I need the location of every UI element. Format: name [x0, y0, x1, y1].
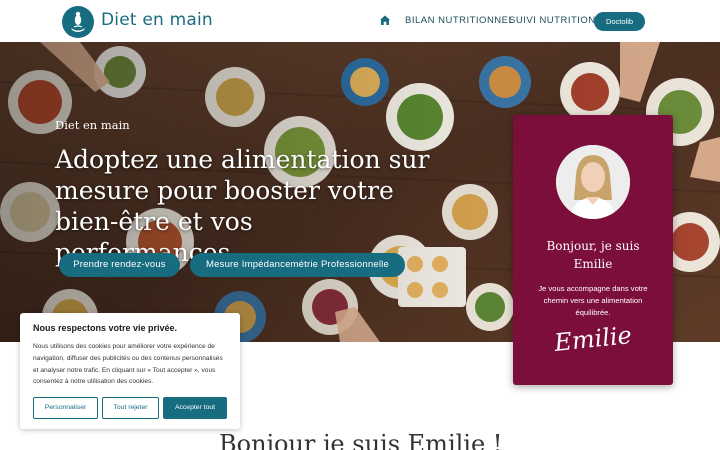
impedance-measure-button[interactable]: Mesure Impédancemétrie Professionnelle	[190, 253, 405, 277]
signature: Emilie	[552, 321, 634, 357]
cookie-reject-button[interactable]: Tout rejeter	[102, 397, 159, 419]
book-appointment-button[interactable]: Prendre rendez-vous	[59, 253, 180, 277]
cookie-customize-button[interactable]: Personnaliser	[33, 397, 98, 419]
home-icon[interactable]	[379, 14, 391, 26]
nav-bilan-nutritionnel[interactable]: BILAN NUTRITIONNEL	[405, 15, 514, 26]
cookie-accept-button[interactable]: Accepter tout	[163, 397, 227, 419]
emilie-card: Bonjour, je suis Emilie Je vous accompag…	[513, 115, 673, 385]
card-greeting-name: Emilie	[573, 257, 613, 271]
card-description: Je vous accompagne dans votre chemin ver…	[538, 284, 648, 317]
site-header: Diet en main BILAN NUTRITIONNEL SUIVI NU…	[0, 0, 720, 42]
avatar	[556, 145, 630, 219]
nav-suivi-nutrition[interactable]: SUIVI NUTRITION	[509, 15, 596, 26]
cookie-title: Nous respectons votre vie privée.	[33, 323, 178, 333]
card-greeting-line1: Bonjour, je suis	[546, 239, 640, 253]
card-greeting: Bonjour, je suis Emilie	[513, 237, 673, 273]
hero-title: Adoptez une alimentation sur mesure pour…	[55, 145, 430, 267]
hero-eyebrow: Diet en main	[55, 118, 130, 132]
doctolib-button[interactable]: Doctolib	[594, 12, 645, 31]
cookie-banner: Nous respectons votre vie privée. Nous u…	[20, 313, 240, 429]
logo-icon[interactable]	[62, 6, 94, 38]
brand-name[interactable]: Diet en main	[101, 10, 213, 30]
cookie-text: Nous utilisons des cookies pour améliore…	[33, 343, 223, 386]
section-title: Bonjour je suis Emilie !	[219, 430, 503, 450]
